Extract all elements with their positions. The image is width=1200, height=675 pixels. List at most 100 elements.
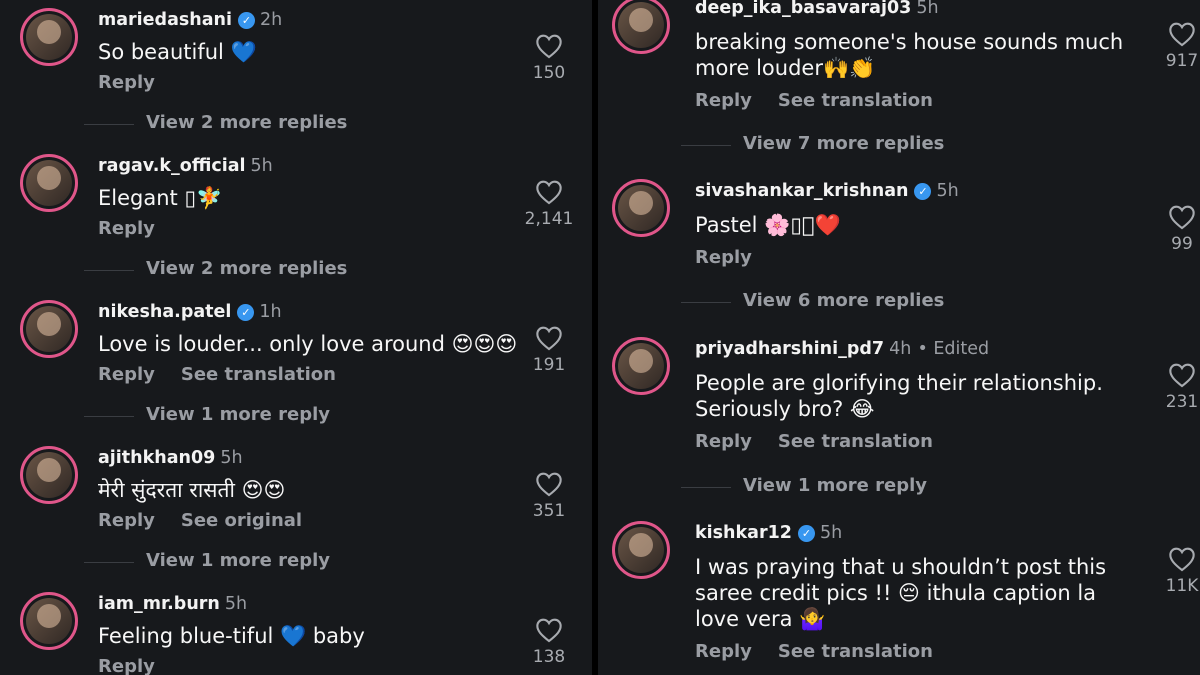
like-count: 99	[1171, 234, 1193, 254]
comment-time: 5h	[224, 594, 248, 614]
like-button[interactable]: 191	[517, 325, 581, 375]
reply-button[interactable]: Reply	[98, 510, 155, 531]
username-link[interactable]: mariedashani	[98, 10, 232, 30]
comment-time: 1h	[259, 302, 282, 322]
like-count: 191	[532, 355, 566, 375]
user-avatar[interactable]	[612, 521, 670, 579]
reply-button[interactable]: Reply	[695, 431, 752, 452]
like-count: 231	[1165, 392, 1199, 412]
comment-actions: Reply	[98, 72, 181, 93]
view-more-replies-button[interactable]: View 7 more replies	[680, 133, 944, 154]
comment-text: Elegant ▯🧚	[98, 186, 223, 210]
comment-header: iam_mr.burn 5h	[98, 594, 247, 614]
comment-time: 5h	[819, 523, 843, 543]
like-count: 351	[532, 501, 566, 521]
like-button[interactable]: 351	[517, 471, 581, 521]
view-more-replies-button[interactable]: View 2 more replies	[83, 112, 347, 133]
verified-badge-icon: ✓	[237, 304, 255, 321]
like-count: 2,141	[524, 209, 574, 229]
comment-header: nikesha.patel ✓ 1h	[98, 302, 282, 322]
see-translation-button[interactable]: See translation	[778, 431, 933, 452]
username-link[interactable]: deep_ika_basavaraj03	[695, 0, 911, 18]
heart-outline-icon	[536, 618, 562, 643]
comment-actions: Reply See translation	[695, 90, 959, 111]
like-count: 917	[1165, 51, 1199, 71]
username-link[interactable]: priyadharshini_pd7	[695, 339, 884, 359]
heart-outline-icon	[536, 34, 562, 59]
comment-time: 2h	[260, 10, 283, 30]
comment-actions: Reply	[98, 218, 181, 239]
comment-text: People are glorifying their relationship…	[695, 371, 1103, 421]
username-link[interactable]: ajithkhan09	[98, 448, 215, 468]
like-button[interactable]: 138	[517, 617, 581, 667]
heart-outline-icon	[1169, 547, 1195, 572]
comment-header: priyadharshini_pd7 4h • Edited	[695, 339, 989, 359]
view-more-replies-button[interactable]: View 6 more replies	[680, 290, 944, 311]
comment-actions: Reply See translation	[98, 364, 362, 385]
like-button[interactable]: 2,141	[517, 179, 581, 229]
comment-text: Feeling blue-tiful 💙 baby	[98, 624, 365, 648]
like-count: 11K	[1165, 576, 1199, 596]
like-button[interactable]: 150	[517, 33, 581, 83]
view-more-replies-button[interactable]: View 1 more reply	[83, 404, 330, 425]
username-link[interactable]: kishkar12	[695, 523, 792, 543]
verified-badge-icon: ✓	[797, 525, 815, 542]
comment-header: ajithkhan09 5h	[98, 448, 243, 468]
like-button[interactable]: 231	[1150, 362, 1200, 412]
heart-outline-icon	[536, 472, 562, 497]
like-button[interactable]: 917	[1150, 21, 1200, 71]
comments-column-right: deep_ika_basavaraj03 5h breaking someone's…	[598, 0, 1200, 675]
user-avatar[interactable]	[612, 337, 670, 395]
comment-text: So beautiful 💙	[98, 40, 257, 64]
reply-button[interactable]: Reply	[695, 247, 752, 268]
like-button[interactable]: 11K	[1150, 546, 1200, 596]
reply-button[interactable]: Reply	[695, 641, 752, 662]
comment-text: I was praying that u shouldn’t post this…	[695, 555, 1107, 631]
user-avatar[interactable]	[20, 8, 78, 66]
username-link[interactable]: iam_mr.burn	[98, 594, 220, 614]
view-more-replies-button[interactable]: View 1 more reply	[83, 550, 330, 571]
like-count: 150	[532, 63, 566, 83]
see-original-button[interactable]: See original	[181, 510, 302, 531]
user-avatar[interactable]	[20, 446, 78, 504]
username-link[interactable]: nikesha.patel	[98, 302, 231, 322]
like-count: 138	[532, 647, 566, 667]
comment-actions: Reply	[695, 247, 778, 268]
comment-time: 5h	[250, 156, 273, 176]
see-translation-button[interactable]: See translation	[778, 90, 933, 111]
reply-button[interactable]: Reply	[98, 218, 155, 239]
heart-outline-icon	[1169, 363, 1195, 388]
reply-button[interactable]: Reply	[98, 72, 155, 93]
comment-time: 5h	[916, 0, 939, 18]
comment-time: 5h	[936, 181, 959, 201]
verified-badge-icon: ✓	[914, 183, 932, 200]
see-translation-button[interactable]: See translation	[778, 641, 933, 662]
username-link[interactable]: ragav.k_official	[98, 156, 246, 176]
comment-actions: Reply	[98, 656, 181, 675]
user-avatar[interactable]	[20, 592, 78, 650]
reply-button[interactable]: Reply	[98, 364, 155, 385]
comment-time: 5h	[220, 448, 243, 468]
comment-text: Pastel 🌸▯🏻❤️	[695, 213, 841, 237]
view-more-replies-button[interactable]: View 2 more replies	[83, 258, 347, 279]
comment-header: kishkar12 ✓ 5h	[695, 523, 842, 543]
view-more-replies-button[interactable]: View 1 more reply	[680, 475, 927, 496]
reply-button[interactable]: Reply	[695, 90, 752, 111]
verified-badge-icon: ✓	[238, 12, 256, 29]
user-avatar[interactable]	[612, 179, 670, 237]
comment-text: breaking someone's house sounds much mor…	[695, 30, 1124, 80]
comment-header: ragav.k_official 5h	[98, 156, 273, 176]
like-button[interactable]: 99	[1150, 204, 1200, 254]
reply-button[interactable]: Reply	[98, 656, 155, 675]
comment-time: 4h	[889, 339, 912, 359]
user-avatar[interactable]	[612, 0, 670, 54]
user-avatar[interactable]	[20, 300, 78, 358]
username-link[interactable]: sivashankar_krishnan	[695, 181, 908, 201]
user-avatar[interactable]	[20, 154, 78, 212]
comment-text: Love is louder... only love around 😍😍😍	[98, 332, 518, 356]
see-translation-button[interactable]: See translation	[181, 364, 336, 385]
comment-text: मेरी सुंदरता रासती 😍😍	[98, 478, 286, 502]
heart-outline-icon	[536, 180, 562, 205]
comment-header: mariedashani ✓ 2h	[98, 10, 282, 30]
comment-header: sivashankar_krishnan ✓ 5h	[695, 181, 959, 201]
